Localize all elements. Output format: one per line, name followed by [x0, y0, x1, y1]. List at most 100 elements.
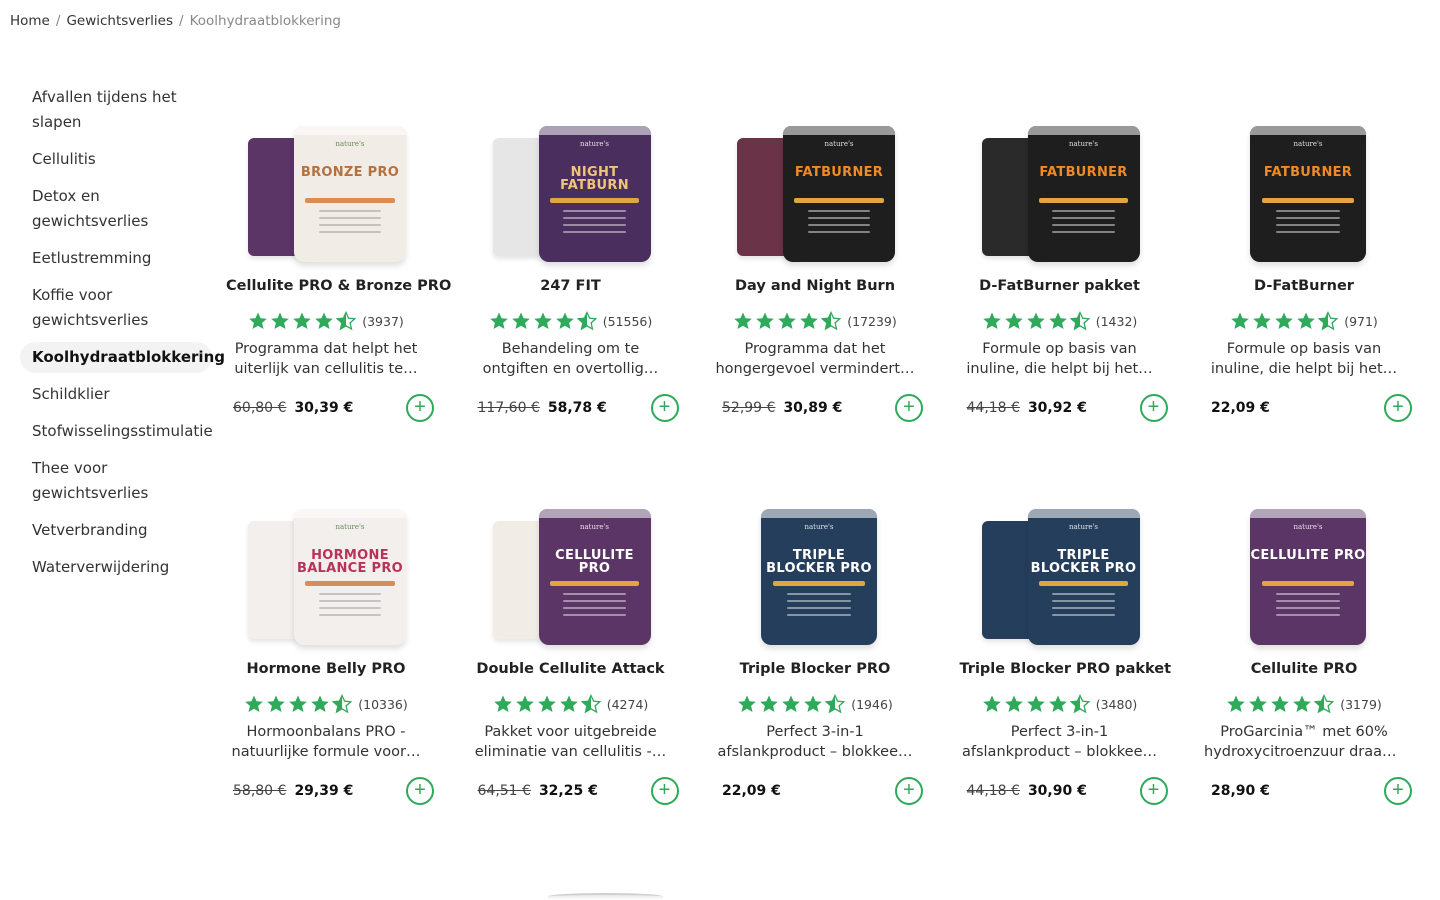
current-price: 32,25 € — [538, 783, 598, 799]
star-half-icon — [332, 694, 353, 714]
product-card[interactable]: nature's TRIPLE BLOCKER PRO Triple Blocker… — [960, 463, 1172, 846]
brand-logo: nature's — [1293, 523, 1323, 531]
review-count: (1946) — [851, 696, 893, 712]
price-row: 44,18 € 30,92 € + — [960, 394, 1168, 422]
add-to-cart-button[interactable]: + — [895, 777, 923, 805]
product-image[interactable]: nature's CELLULITE PRO — [1208, 463, 1400, 653]
product-image[interactable]: nature's CELLULITE PRO — [475, 463, 667, 653]
sidebar-item-9[interactable]: Vetverbranding — [20, 515, 212, 546]
product-name[interactable]: Day and Night Burn — [715, 278, 915, 298]
sidebar-item-1[interactable]: Cellulitis — [20, 144, 212, 175]
star-half-icon — [1318, 311, 1339, 331]
add-to-cart-button[interactable]: + — [1139, 777, 1168, 805]
product-card[interactable]: nature's FATBURNER D-FatBurner (971) Formule… — [1204, 80, 1412, 463]
add-to-cart-button[interactable]: + — [895, 394, 923, 422]
star-full-icon — [1004, 312, 1023, 329]
old-price: 44,18 € — [966, 400, 1020, 416]
add-to-cart-button[interactable]: + — [1139, 394, 1168, 422]
sidebar-item-label-line2: gewichtsverlies — [32, 311, 149, 329]
product-description-line: hydroxycitroenzuur draag… — [1204, 744, 1404, 760]
product-card[interactable]: nature's FATBURNER Day and Night Burn (1723… — [715, 80, 923, 463]
sidebar-item-8[interactable]: Thee voor gewichtsverlies — [20, 453, 212, 509]
product-rating: (3179) — [1204, 693, 1404, 715]
star-full-icon — [1275, 312, 1293, 329]
review-count: (971) — [1344, 313, 1378, 329]
can-label: HORMONE BALANCE PRO — [296, 548, 404, 576]
product-card[interactable]: nature's BRONZE PRO Cellulite PRO & Bronze… — [226, 80, 451, 463]
brand-logo: nature's — [335, 523, 365, 531]
sidebar-item-0[interactable]: Afvallen tijdens het slapen — [20, 82, 212, 138]
product-card[interactable]: nature's HORMONE BALANCE PRO Hormone Belly… — [226, 463, 434, 846]
sidebar-item-6[interactable]: Schildklier — [20, 379, 212, 410]
can-label: FATBURNER — [1263, 165, 1353, 180]
product-image[interactable]: nature's FATBURNER — [964, 80, 1156, 270]
add-to-cart-button[interactable]: + — [406, 394, 434, 422]
product-name[interactable]: 247 FIT — [471, 278, 671, 298]
product-image[interactable]: nature's NIGHT FATBURN — [475, 80, 667, 270]
breadcrumb-home-link[interactable]: Home — [10, 13, 50, 29]
star-full-icon — [1026, 312, 1045, 329]
add-to-cart-button[interactable]: + — [650, 777, 679, 805]
breadcrumb-category-link[interactable]: Gewichtsverlies — [66, 13, 173, 29]
product-description-line: Perfect 3-in-1 — [766, 724, 864, 740]
product-card[interactable]: nature's CELLULITE PRO Double Cellulite At… — [471, 463, 679, 846]
product-name[interactable]: Cellulite PRO — [1204, 661, 1404, 681]
star-full-icon — [515, 695, 534, 712]
product-rating: (51556) — [471, 310, 671, 332]
star-half-icon — [580, 694, 601, 714]
product-description-line: hongergevoel vermindert… — [715, 361, 915, 377]
add-to-cart-button[interactable]: + — [1384, 777, 1412, 805]
product-image[interactable]: nature's TRIPLE BLOCKER PRO — [964, 463, 1156, 653]
product-can: nature's TRIPLE BLOCKER PRO — [761, 509, 877, 645]
product-rating: (1432) — [960, 310, 1160, 332]
product-name[interactable]: Hormone Belly PRO — [226, 661, 426, 681]
can-label: TRIPLE BLOCKER PRO — [1030, 548, 1137, 576]
sidebar-item-label: Koffie voor — [32, 286, 113, 304]
sidebar-item-2[interactable]: Detox en gewichtsverlies — [20, 181, 212, 237]
product-card[interactable]: nature's FATBURNER D-FatBurner pakket (1432… — [960, 80, 1168, 463]
product-card[interactable]: nature's CELLULITE PRO Cellulite PRO (3179)… — [1204, 463, 1412, 846]
breadcrumb-current: Koolhydraatblokkering — [189, 13, 341, 29]
old-price: 64,51 € — [477, 783, 531, 799]
star-full-icon — [778, 312, 797, 329]
add-to-cart-button[interactable]: + — [406, 777, 434, 805]
product-name[interactable]: Triple Blocker PRO pakket — [960, 661, 1172, 681]
plus-icon: + — [414, 396, 426, 418]
product-image[interactable]: nature's BRONZE PRO — [230, 80, 422, 270]
brand-logo: nature's — [335, 140, 365, 148]
product-image[interactable]: nature's HORMONE BALANCE PRO — [230, 463, 422, 653]
product-rating: (3480) — [960, 693, 1160, 715]
product-name[interactable]: D-FatBurner — [1204, 278, 1404, 298]
sidebar-item-10[interactable]: Waterverwijdering — [20, 552, 212, 583]
product-card[interactable]: nature's NIGHT FATBURN 247 FIT (51556) Behan… — [471, 80, 679, 463]
old-price: 117,60 € — [477, 400, 540, 416]
product-image[interactable]: nature's TRIPLE BLOCKER PRO — [719, 463, 911, 653]
sidebar-item-3[interactable]: Eetlustremming — [20, 243, 212, 274]
product-description-line: Formule op basis van — [982, 341, 1137, 357]
sidebar-item-7[interactable]: Stofwisselingsstimulatie — [20, 416, 213, 447]
sidebar-item-label: Afvallen tijdens het — [32, 88, 177, 106]
product-name[interactable]: Cellulite PRO & Bronze PRO — [226, 278, 451, 298]
star-full-icon — [1293, 695, 1312, 712]
star-half-icon — [1069, 694, 1090, 714]
product-name[interactable]: D-FatBurner pakket — [960, 278, 1160, 298]
sidebar-item-4[interactable]: Koffie voor gewichtsverlies — [20, 280, 212, 336]
sidebar-item-5[interactable]: Koolhydraatblokkering — [20, 342, 225, 373]
product-card[interactable]: nature's TRIPLE BLOCKER PRO Triple Blocker… — [715, 463, 923, 846]
product-image[interactable]: nature's FATBURNER — [719, 80, 911, 270]
plus-icon: + — [1392, 396, 1404, 418]
star-full-icon — [511, 312, 530, 329]
add-to-cart-button[interactable]: + — [650, 394, 679, 422]
product-description: Perfect 3-in-1 afslankproduct – blokkee… — [960, 722, 1160, 762]
product-name[interactable]: Double Cellulite Attack — [471, 661, 671, 681]
star-full-icon — [1048, 312, 1067, 329]
product-description: Formule op basis van inuline, die helpt b… — [960, 339, 1160, 379]
sidebar-item-label: Waterverwijdering — [32, 558, 170, 576]
product-name[interactable]: Triple Blocker PRO — [715, 661, 915, 681]
product-description-line: Hormoonbalans PRO - — [246, 724, 406, 740]
product-image[interactable]: nature's FATBURNER — [1208, 80, 1400, 270]
star-half-icon — [1069, 311, 1090, 331]
product-can: nature's BRONZE PRO — [294, 126, 406, 262]
add-to-cart-button[interactable]: + — [1384, 394, 1412, 422]
review-count: (3179) — [1340, 696, 1382, 712]
